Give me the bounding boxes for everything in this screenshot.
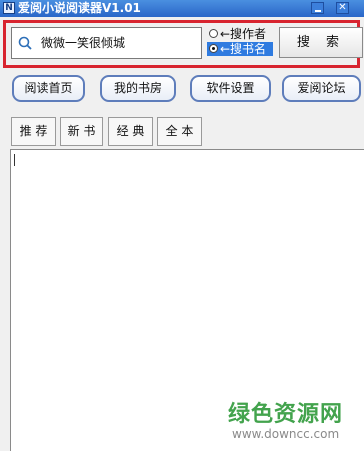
radio-icon xyxy=(209,29,218,38)
text-caret xyxy=(14,154,15,166)
app-icon: N xyxy=(3,2,15,14)
radio-checked-icon xyxy=(209,44,218,53)
tab-classics[interactable]: 经 典 xyxy=(108,117,153,146)
radio-label: ←搜作者 xyxy=(220,27,267,41)
title-bar: N 爱阅小说阅读器V1.01 ✕ xyxy=(0,0,364,17)
tab-new-books[interactable]: 新 书 xyxy=(60,117,103,146)
nav-settings-button[interactable]: 软件设置 xyxy=(190,75,271,102)
tab-complete[interactable]: 全 本 xyxy=(157,117,202,146)
close-icon: ✕ xyxy=(338,2,347,13)
search-icon xyxy=(18,36,32,50)
radio-search-title[interactable]: ←搜书名 xyxy=(207,42,273,56)
radio-search-author[interactable]: ←搜作者 xyxy=(207,27,273,41)
window-title: 爱阅小说阅读器V1.01 xyxy=(18,1,141,15)
search-query-text: 微微一笑很倾城 xyxy=(41,36,126,50)
minimize-button[interactable] xyxy=(311,2,324,14)
close-button[interactable]: ✕ xyxy=(336,2,349,14)
search-input[interactable]: 微微一笑很倾城 xyxy=(11,27,202,59)
radio-label: ←搜书名 xyxy=(220,42,267,56)
watermark-url: www.downcc.com xyxy=(232,427,340,441)
tab-recommended[interactable]: 推 荐 xyxy=(11,117,56,146)
nav-bookshelf-button[interactable]: 我的书房 xyxy=(100,75,176,102)
search-mode-group: ←搜作者 ←搜书名 xyxy=(207,27,273,57)
nav-forum-button[interactable]: 爱阅论坛 xyxy=(282,75,361,102)
watermark-logo: 绿色资源网 xyxy=(228,402,344,427)
nav-home-button[interactable]: 阅读首页 xyxy=(12,75,85,102)
search-button[interactable]: 搜 索 xyxy=(279,27,363,58)
